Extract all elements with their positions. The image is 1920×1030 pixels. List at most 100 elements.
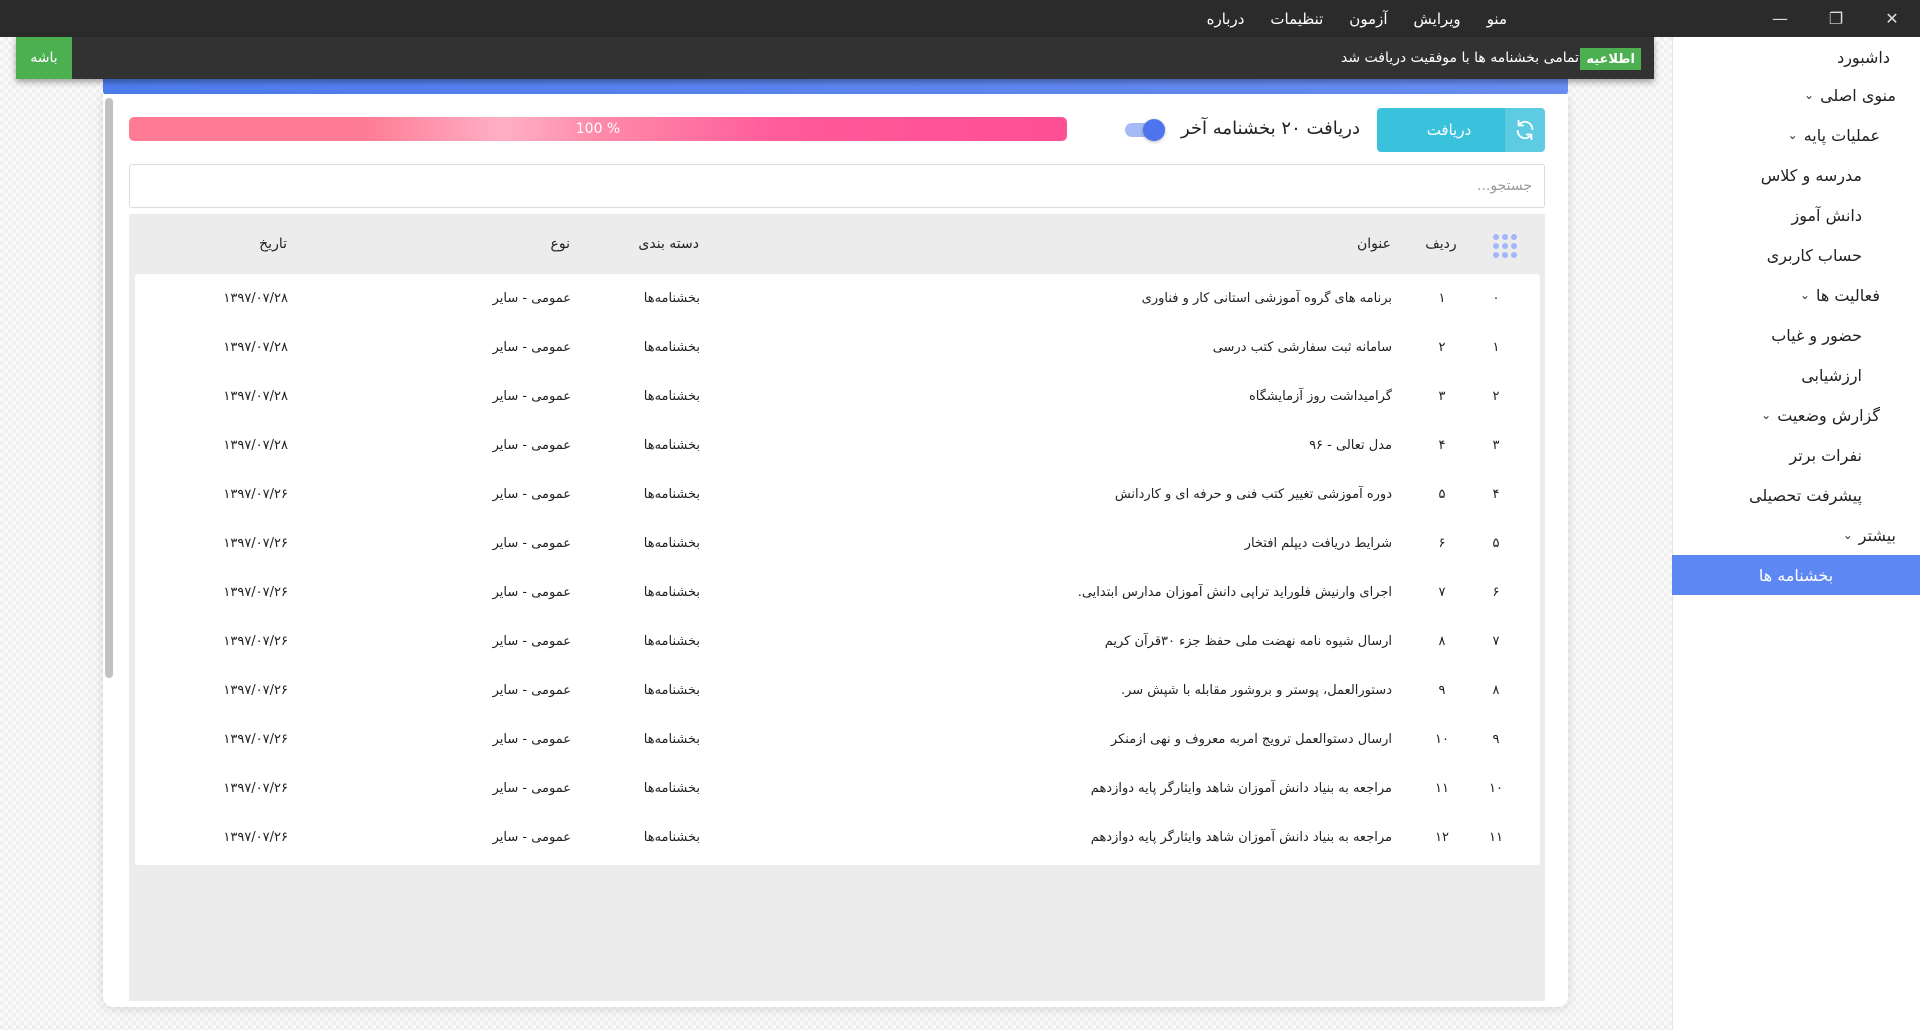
row-title: سامانه ثبت سفارشی کتب درسی: [1212, 340, 1392, 355]
sidebar-item-top-students[interactable]: نفرات برتر: [1672, 435, 1920, 475]
row-number: ۹: [1438, 683, 1446, 698]
row-date: ۱۳۹۷/۰۷/۲۸: [223, 340, 288, 355]
table-row[interactable]: ۲ ۳ گرامیداشت روز آزمایشگاه بخشنامه‌ها عمومی…: [135, 372, 1540, 424]
row-title: اجرای وارنیش فلوراید تراپی دانش آموزان م…: [1077, 585, 1392, 600]
header-type[interactable]: نوع: [430, 236, 570, 252]
toggle-knob: [1143, 119, 1165, 141]
row-title: ارسال شیوه نامه نهضت ملی حفظ جزء ۳۰قرآن …: [1104, 634, 1392, 649]
row-date: ۱۳۹۷/۰۷/۲۶: [223, 830, 288, 845]
sidebar-item-attendance[interactable]: حضور و غیاب: [1672, 315, 1920, 355]
chevron-down-icon: ⌄: [1804, 88, 1815, 102]
row-date: ۱۳۹۷/۰۷/۲۶: [223, 732, 288, 747]
close-icon[interactable]: ✕: [1864, 0, 1920, 37]
progress-text: 100 %: [575, 121, 621, 137]
row-number: ۶: [1438, 536, 1446, 551]
circulars-table: ردیف عنوان دسته بندی نوع تاریخ ۰ ۱ برنامه …: [129, 214, 1545, 1001]
row-type: عمومی - سایر: [492, 487, 571, 502]
menu-item-menu[interactable]: منو: [1474, 10, 1520, 28]
row-type: عمومی - سایر: [492, 340, 571, 355]
header-category[interactable]: دسته بندی: [579, 236, 699, 252]
row-number: ۱۱: [1435, 781, 1449, 796]
table-row[interactable]: ۱۱ ۱۲ مراجعه به بنیاد دانش آموزان شاهد وای…: [135, 813, 1540, 865]
row-title: ارسال دستوالعمل ترویج امربه معروف و نهی …: [1110, 732, 1392, 747]
row-type: عمومی - سایر: [492, 536, 571, 551]
sidebar-item-main-menu[interactable]: منوی اصلی ⌄: [1672, 75, 1920, 115]
table-row[interactable]: ۳ ۴ مدل تعالی - ۹۶ بخشنامه‌ها عمومی - سایر ۱۳…: [135, 421, 1540, 473]
table-row[interactable]: ۹ ۱۰ ارسال دستوالعمل ترویج امربه معروف و ن…: [135, 715, 1540, 767]
sidebar-item-dashboard[interactable]: داشبورد: [1672, 37, 1920, 77]
row-date: ۱۳۹۷/۰۷/۲۶: [223, 781, 288, 796]
toast-ok-button[interactable]: باشه: [16, 37, 72, 79]
menu-item-edit[interactable]: ویرایش: [1401, 10, 1474, 28]
table-row[interactable]: ۶ ۷ اجرای وارنیش فلوراید تراپی دانش آموزان…: [135, 568, 1540, 620]
grid-menu-icon[interactable]: [1493, 234, 1517, 258]
row-date: ۱۳۹۷/۰۷/۲۶: [223, 585, 288, 600]
fetch-latest-label: دریافت ۲۰ بخشنامه آخر: [1181, 117, 1360, 139]
row-number: ۲: [1438, 340, 1446, 355]
row-type: عمومی - سایر: [492, 732, 571, 747]
row-number: ۱۰: [1435, 732, 1449, 747]
download-progress-bar: 100 %: [129, 117, 1067, 141]
vertical-scrollbar[interactable]: [105, 98, 113, 678]
sidebar-item-school-class[interactable]: مدرسه و کلاس: [1672, 155, 1920, 195]
table-row[interactable]: ۱ ۲ سامانه ثبت سفارشی کتب درسی بخشنامه‌ها عم…: [135, 323, 1540, 375]
header-date[interactable]: تاریخ: [167, 236, 287, 252]
table-row[interactable]: ۷ ۸ ارسال شیوه نامه نهضت ملی حفظ جزء ۳۰قرآ…: [135, 617, 1540, 669]
chevron-down-icon: ⌄: [1787, 128, 1798, 142]
fetch-button[interactable]: دریافت: [1377, 108, 1545, 152]
menu-item-settings[interactable]: تنظیمات: [1257, 10, 1336, 28]
row-category: بخشنامه‌ها: [643, 389, 700, 404]
row-number: ۳: [1438, 389, 1446, 404]
fetch-button-label: دریافت: [1426, 121, 1472, 139]
sidebar-item-basic-ops[interactable]: عملیات پایه ⌄: [1672, 115, 1920, 155]
row-title: مراجعه به بنیاد دانش آموزان شاهد وایثارگ…: [1090, 830, 1392, 845]
row-index: ۳: [1492, 438, 1500, 453]
menu-item-exam[interactable]: آزمون: [1336, 10, 1400, 28]
row-type: عمومی - سایر: [492, 683, 571, 698]
row-category: بخشنامه‌ها: [643, 634, 700, 649]
sidebar-item-evaluation[interactable]: ارزشیابی: [1672, 355, 1920, 395]
restore-icon[interactable]: ❐: [1808, 0, 1864, 37]
table-header: ردیف عنوان دسته بندی نوع تاریخ: [129, 214, 1545, 274]
table-row[interactable]: ۱۰ ۱۱ مراجعه به بنیاد دانش آموزان شاهد وای…: [135, 764, 1540, 816]
sidebar-item-status-report[interactable]: گزارش وضعیت ⌄: [1672, 395, 1920, 435]
search-input[interactable]: [129, 164, 1545, 208]
header-row-number[interactable]: ردیف: [1421, 236, 1461, 252]
row-date: ۱۳۹۷/۰۷/۲۸: [223, 291, 288, 306]
row-category: بخشنامه‌ها: [643, 291, 700, 306]
title-bar: ✕ ❐ — منو ویرایش آزمون تنظیمات درباره: [0, 0, 1920, 37]
row-title: دوره آموزشی تغییر کتب فنی و حرفه ای و کا…: [1114, 487, 1392, 502]
row-type: عمومی - سایر: [492, 438, 571, 453]
sidebar-item-activities[interactable]: فعالیت ها ⌄: [1672, 275, 1920, 315]
table-row[interactable]: ۵ ۶ شرایط دریافت دیپلم افتخار بخشنامه‌ها عمو…: [135, 519, 1540, 571]
minimize-icon[interactable]: —: [1752, 0, 1808, 37]
sidebar-item-more[interactable]: بیشتر ⌄: [1672, 515, 1920, 555]
menu-item-about[interactable]: درباره: [1194, 10, 1258, 28]
row-title: مدل تعالی - ۹۶: [1309, 438, 1392, 453]
fetch-toggle[interactable]: [1123, 119, 1165, 141]
row-title: دستورالعمل، پوستر و بروشور مقابله با شپش…: [1120, 683, 1392, 698]
row-index: ۲: [1492, 389, 1500, 404]
row-type: عمومی - سایر: [492, 830, 571, 845]
row-title: برنامه های گروه آموزشی استانی کار و فناو…: [1141, 291, 1392, 306]
chevron-down-icon: ⌄: [1799, 288, 1810, 302]
toast-message: تمامی بخشنامه ها با موفقیت دریافت شد: [1340, 50, 1579, 66]
row-title: مراجعه به بنیاد دانش آموزان شاهد وایثارگ…: [1090, 781, 1392, 796]
sidebar-item-academic-progress[interactable]: پیشرفت تحصیلی: [1672, 475, 1920, 515]
row-index: ۱۱: [1489, 830, 1503, 845]
table-row[interactable]: ۸ ۹ دستورالعمل، پوستر و بروشور مقابله با ش…: [135, 666, 1540, 718]
sidebar-item-student[interactable]: دانش آموز: [1672, 195, 1920, 235]
row-category: بخشنامه‌ها: [643, 732, 700, 747]
row-type: عمومی - سایر: [492, 634, 571, 649]
sidebar-item-circulars[interactable]: بخشنامه ها: [1672, 555, 1920, 595]
row-number: ۷: [1438, 585, 1446, 600]
row-type: عمومی - سایر: [492, 781, 571, 796]
row-number: ۱: [1438, 291, 1446, 306]
table-row[interactable]: ۰ ۱ برنامه های گروه آموزشی استانی کار و فن…: [135, 274, 1540, 326]
circulars-card: 100 % دریافت ۲۰ بخشنامه آخر دریافت ردیف …: [103, 94, 1568, 1007]
sidebar-item-user-account[interactable]: حساب کاربری: [1672, 235, 1920, 275]
row-category: بخشنامه‌ها: [643, 683, 700, 698]
table-row[interactable]: ۴ ۵ دوره آموزشی تغییر کتب فنی و حرفه ای و …: [135, 470, 1540, 522]
header-title[interactable]: عنوان: [831, 236, 1391, 252]
row-number: ۱۲: [1435, 830, 1449, 845]
